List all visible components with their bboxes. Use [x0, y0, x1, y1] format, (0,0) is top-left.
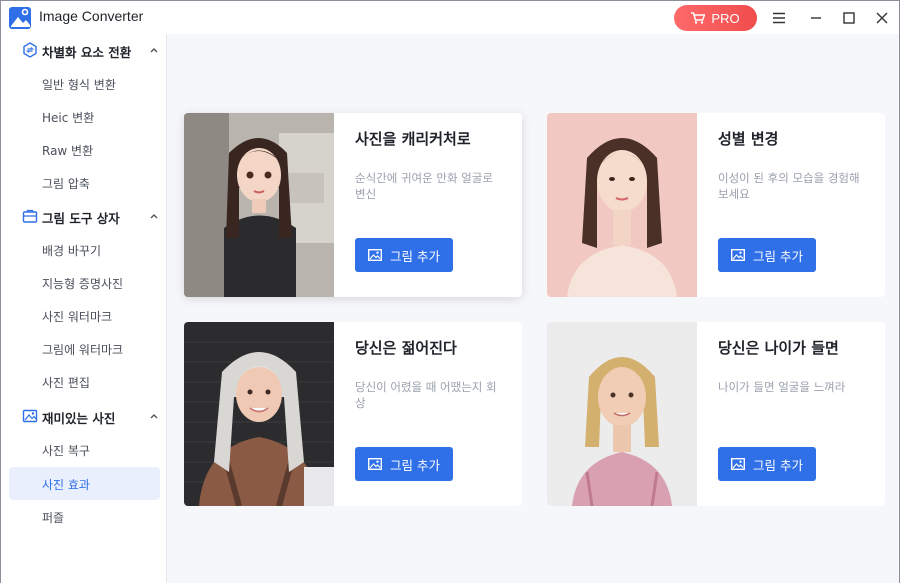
- maximize-icon[interactable]: [838, 7, 860, 29]
- card-description: 당신이 어렸을 때 어땠는지 회상: [355, 380, 497, 410]
- chevron-up-icon: [150, 414, 158, 419]
- nav-item-label: 그림 압축: [42, 177, 90, 191]
- card-title: 성별 변경: [718, 130, 779, 148]
- nav-item-id-photo[interactable]: 지능형 증명사진: [9, 266, 160, 299]
- add-image-button[interactable]: 그림 추가: [718, 447, 816, 481]
- caricature-sample-image: [184, 113, 334, 297]
- chevron-up-icon: [150, 48, 158, 53]
- nav-item-label: 배경 바꾸기: [42, 244, 102, 258]
- nav-item-image-watermark[interactable]: 그림에 워터마크: [9, 332, 160, 365]
- group-fun-photos[interactable]: 재미있는 사진: [1, 400, 167, 433]
- add-image-label: 그림 추가: [753, 248, 803, 264]
- gender-change-sample-image: [547, 113, 697, 297]
- card-title: 당신은 나이가 들면: [718, 339, 839, 357]
- nav-item-compress[interactable]: 그림 압축: [9, 166, 160, 199]
- app-title: Image Converter: [39, 8, 144, 24]
- nav-item-puzzle[interactable]: 퍼즐: [9, 500, 160, 533]
- group-label: 그림 도구 상자: [42, 211, 120, 226]
- nav-item-label: 퍼즐: [42, 511, 65, 525]
- card-title: 사진을 캐리커처로: [355, 130, 471, 148]
- add-image-label: 그림 추가: [390, 457, 440, 473]
- title-bar: Image Converter PRO: [1, 1, 899, 34]
- card-gender-change[interactable]: 성별 변경 이성이 된 후의 모습을 경험해보세요 그림 추가: [547, 113, 885, 297]
- group-label: 차별화 요소 전환: [42, 45, 132, 60]
- nav-item-label: 지능형 증명사진: [42, 277, 124, 291]
- image-icon: [368, 249, 382, 261]
- add-image-button[interactable]: 그림 추가: [718, 238, 816, 272]
- nav-item-background[interactable]: 배경 바꾸기: [9, 233, 160, 266]
- pro-upgrade-button[interactable]: PRO: [674, 5, 757, 31]
- nav-item-label: 사진 효과: [42, 478, 90, 492]
- card-description: 나이가 들면 얼굴을 느껴라: [718, 380, 846, 394]
- card-description: 순식간에 귀여운 만화 얼굴로 변신: [355, 171, 493, 201]
- nav-item-raw[interactable]: Raw 변환: [9, 133, 160, 166]
- card-younger[interactable]: 당신은 젊어진다 당신이 어렸을 때 어땠는지 회상 그림 추가: [184, 322, 522, 506]
- pro-label: PRO: [711, 10, 740, 26]
- add-image-button[interactable]: 그림 추가: [355, 447, 453, 481]
- nav-item-general-format[interactable]: 일반 형식 변환: [9, 67, 160, 100]
- nav-item-label: 사진 워터마크: [42, 310, 113, 324]
- nav-item-label: 사진 복구: [42, 444, 90, 458]
- app-window: Image Converter PRO 차별화 요소 전환 일반 형식 변환 H…: [0, 0, 900, 583]
- card-older[interactable]: 당신은 나이가 들면 나이가 들면 얼굴을 느껴라 그림 추가: [547, 322, 885, 506]
- nav-item-photo-watermark[interactable]: 사진 워터마크: [9, 299, 160, 332]
- add-image-label: 그림 추가: [390, 248, 440, 264]
- image-icon: [368, 458, 382, 470]
- toolbox-icon: [22, 209, 38, 223]
- nav-item-heic[interactable]: Heic 변환: [9, 100, 160, 133]
- nav-item-photo-effects[interactable]: 사진 효과: [9, 467, 160, 500]
- nav-item-label: 사진 편집: [42, 376, 90, 390]
- card-title: 당신은 젊어진다: [355, 339, 457, 357]
- card-caricature[interactable]: 사진을 캐리커처로 순식간에 귀여운 만화 얼굴로 변신 그림 추가: [184, 113, 522, 297]
- cart-icon: [691, 12, 706, 24]
- main-content: 사진을 캐리커처로 순식간에 귀여운 만화 얼굴로 변신 그림 추가 성별 변경…: [167, 34, 899, 583]
- convert-icon: [23, 42, 37, 58]
- minimize-icon[interactable]: [805, 7, 827, 29]
- add-image-button[interactable]: 그림 추가: [355, 238, 453, 272]
- nav-item-label: 그림에 워터마크: [42, 343, 124, 357]
- group-format-conversion[interactable]: 차별화 요소 전환: [1, 34, 167, 67]
- close-icon[interactable]: [871, 7, 893, 29]
- image-icon: [731, 458, 745, 470]
- add-image-label: 그림 추가: [753, 457, 803, 473]
- fun-image-icon: [22, 409, 38, 423]
- nav-item-label: 일반 형식 변환: [42, 78, 116, 92]
- menu-icon[interactable]: [768, 7, 790, 29]
- older-sample-image: [547, 322, 697, 506]
- sidebar: 차별화 요소 전환 일반 형식 변환 Heic 변환 Raw 변환 그림 압축 …: [1, 34, 167, 583]
- app-logo-icon: [8, 6, 32, 30]
- nav-item-label: Heic 변환: [42, 111, 95, 125]
- nav-item-photo-edit[interactable]: 사진 편집: [9, 365, 160, 398]
- nav-item-photo-restore[interactable]: 사진 복구: [9, 433, 160, 466]
- group-image-toolbox[interactable]: 그림 도구 상자: [1, 200, 167, 233]
- group-label: 재미있는 사진: [42, 411, 116, 426]
- card-description: 이성이 된 후의 모습을 경험해보세요: [718, 171, 860, 201]
- chevron-up-icon: [150, 214, 158, 219]
- nav-item-label: Raw 변환: [42, 144, 94, 158]
- image-icon: [731, 249, 745, 261]
- younger-sample-image: [184, 322, 334, 506]
